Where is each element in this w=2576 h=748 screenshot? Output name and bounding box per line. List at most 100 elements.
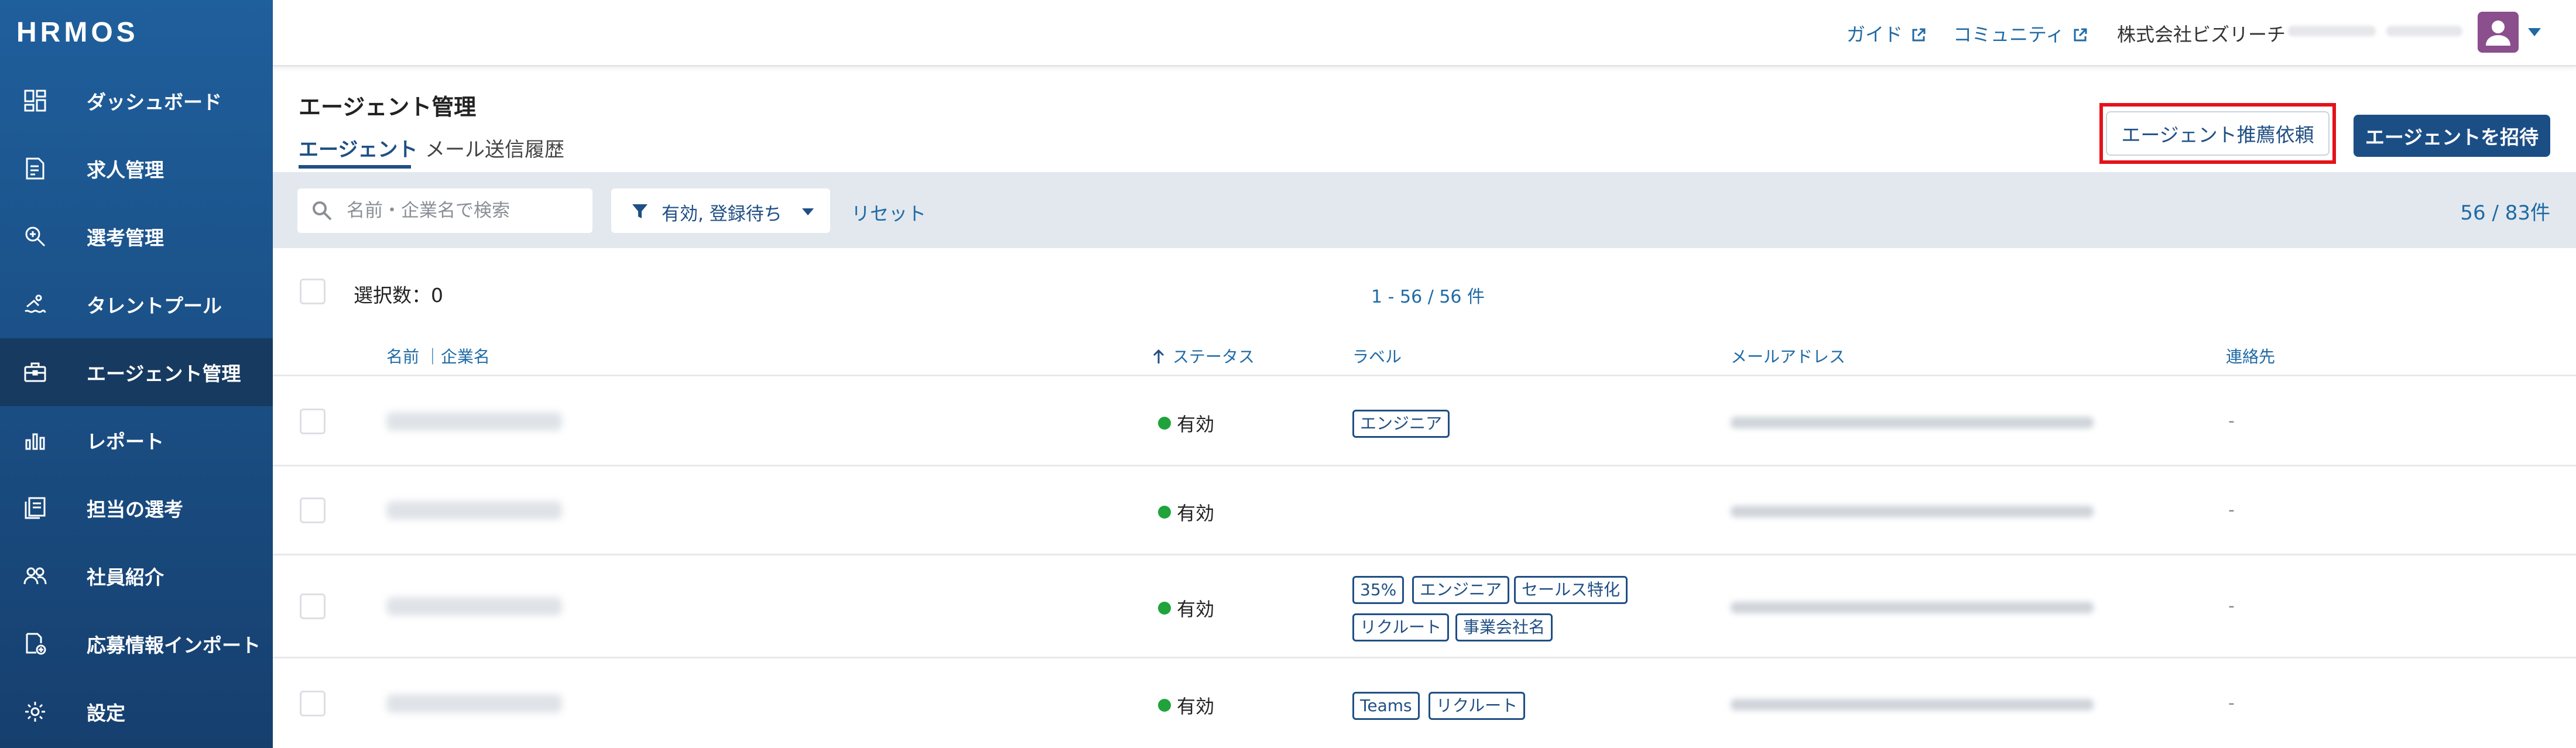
gear-icon	[25, 702, 45, 722]
status-text: 有効	[1177, 695, 1215, 718]
active-tab-indicator	[299, 165, 411, 169]
status-dot-icon	[1158, 602, 1171, 615]
community-link[interactable]: コミュニティ	[1953, 20, 2088, 47]
sidebar-item-selection[interactable]: 選考管理	[0, 203, 273, 270]
sidebar-item-label: ダッシュボード	[87, 91, 222, 114]
contact-value: -	[2228, 500, 2235, 520]
status-badge: 有効	[1158, 595, 1214, 622]
search-magnify-icon	[25, 227, 46, 247]
status-badge: 有効	[1158, 410, 1214, 437]
avatar[interactable]	[2478, 12, 2519, 53]
row-divider	[273, 657, 2576, 658]
sidebar-item-import[interactable]: 応募情報インポート	[0, 610, 273, 678]
sidebar-item-label: 社員紹介	[87, 566, 164, 589]
reset-filter-link[interactable]: リセット	[851, 199, 926, 226]
column-header-contact: 連絡先	[2226, 347, 2276, 366]
status-badge: 有効	[1158, 499, 1214, 526]
tab-agents[interactable]: エージェント	[299, 133, 417, 162]
agent-recommend-request-button[interactable]: エージェント推薦依頼	[2099, 103, 2336, 164]
external-link-icon	[1912, 28, 1926, 42]
sidebar-item-label: 求人管理	[87, 159, 164, 181]
row-checkbox[interactable]	[300, 497, 326, 523]
email-redacted	[1731, 506, 2094, 517]
status-filter-dropdown[interactable]: 有効, 登録待ち	[611, 188, 830, 233]
sidebar-item-talent-pool[interactable]: タレントプール	[0, 270, 273, 338]
status-dot-icon	[1158, 506, 1171, 519]
contact-value: -	[2228, 411, 2235, 431]
tab-mail-history[interactable]: メール送信履歴	[425, 133, 564, 162]
search-box[interactable]	[297, 188, 592, 233]
sidebar-item-assigned-selection[interactable]: 担当の選考	[0, 474, 273, 542]
status-dot-icon	[1158, 699, 1171, 712]
assigned-docs-icon	[25, 497, 46, 519]
row-divider	[273, 554, 2576, 555]
sidebar-item-dashboard[interactable]: ダッシュボード	[0, 67, 273, 135]
label-tag: エンジニア	[1352, 410, 1450, 438]
search-input[interactable]	[347, 197, 581, 225]
sidebar-item-label: 担当の選考	[87, 498, 183, 521]
row-checkbox[interactable]	[300, 593, 326, 619]
sidebar-item-label: 応募情報インポート	[87, 634, 261, 657]
page-title: エージェント管理	[299, 94, 477, 120]
sidebar-item-label: 選考管理	[87, 227, 164, 249]
label-tag: Teams	[1352, 692, 1420, 720]
column-header-status[interactable]: ステータス	[1152, 344, 1255, 368]
select-all-checkbox[interactable]	[300, 279, 326, 304]
agent-name-redacted[interactable]	[386, 694, 562, 713]
filter-icon	[632, 204, 648, 218]
email-redacted	[1731, 699, 2094, 711]
sidebar-item-label: 設定	[87, 702, 125, 725]
user-name-redacted	[2386, 26, 2462, 36]
row-checkbox[interactable]	[300, 691, 326, 716]
sidebar-item-settings[interactable]: 設定	[0, 678, 273, 746]
bar-chart-icon	[25, 433, 45, 450]
chevron-down-icon	[802, 208, 814, 215]
search-icon	[313, 201, 332, 221]
app-logo[interactable]: HRMOS	[16, 16, 139, 49]
row-divider	[273, 465, 2576, 466]
label-tag: リクルート	[1352, 613, 1450, 641]
import-icon	[26, 633, 46, 655]
row-checkbox[interactable]	[300, 409, 326, 434]
label-tag: リクルート	[1429, 692, 1526, 720]
invite-agent-button[interactable]: エージェントを招待	[2354, 115, 2550, 157]
job-document-icon	[26, 157, 44, 180]
status-badge: 有効	[1158, 692, 1214, 719]
label-tag: 事業会社名	[1455, 613, 1553, 641]
agent-name-redacted[interactable]	[386, 597, 562, 616]
status-text: 有効	[1177, 502, 1215, 524]
email-redacted	[1731, 602, 2094, 613]
external-link-icon	[2074, 28, 2087, 42]
email-redacted	[1731, 417, 2094, 428]
contact-value: -	[2228, 693, 2235, 713]
guide-link[interactable]: ガイド	[1847, 20, 1926, 47]
sidebar-nav: ダッシュボード 求人管理 選考管理 タレントプール エージェント管理 レポート …	[0, 67, 273, 746]
agent-name-redacted[interactable]	[386, 412, 562, 431]
sidebar-item-label: タレントプール	[87, 294, 222, 317]
header-divider	[273, 375, 2576, 376]
column-header-email: メールアドレス	[1731, 347, 1846, 366]
sidebar-item-report[interactable]: レポート	[0, 406, 273, 474]
sidebar-item-jobs[interactable]: 求人管理	[0, 135, 273, 203]
sidebar-item-referral[interactable]: 社員紹介	[0, 542, 273, 610]
total-count: 56 / 83件	[2460, 201, 2550, 225]
sidebar-item-agent-management[interactable]: エージェント管理	[0, 338, 273, 406]
community-link-label: コミュニティ	[1953, 23, 2065, 46]
people-icon	[23, 567, 47, 585]
label-tag: エンジニア	[1412, 576, 1510, 604]
user-icon	[2486, 20, 2510, 46]
chevron-down-icon[interactable]	[2528, 28, 2541, 36]
sidebar-item-label: エージェント管理	[87, 362, 241, 385]
status-filter-label: 有効, 登録待ち	[662, 204, 782, 225]
dashboard-icon	[24, 90, 46, 112]
label-tag: セールス特化	[1514, 576, 1628, 604]
label-tag: 35%	[1352, 576, 1405, 604]
column-header-name[interactable]: 名前 ｜企業名	[386, 344, 490, 368]
sort-arrow-up-icon	[1153, 349, 1164, 363]
selected-count: 選択数：0	[354, 284, 443, 307]
status-text: 有効	[1177, 598, 1215, 620]
agent-name-redacted[interactable]	[386, 501, 562, 520]
sidebar: HRMOS ダッシュボード 求人管理 選考管理 タレントプール エージェント管理…	[0, 0, 273, 748]
company-name: 株式会社ビズリーチ	[2117, 23, 2286, 46]
swimmer-icon	[25, 294, 46, 313]
